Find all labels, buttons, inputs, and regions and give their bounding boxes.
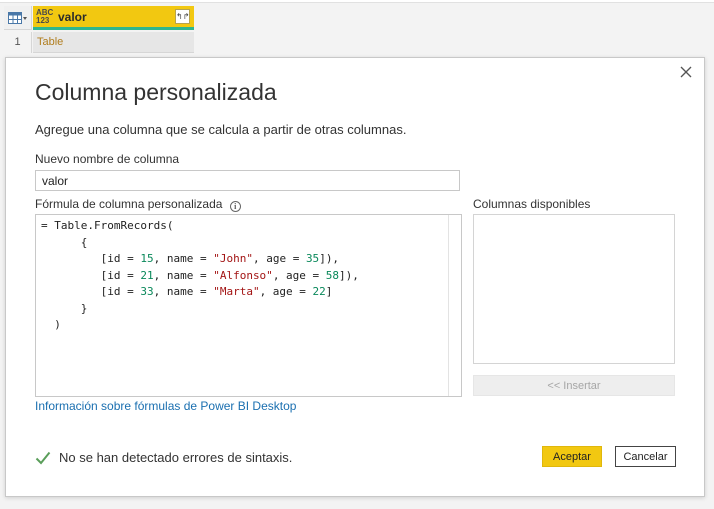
column-name-label: Nuevo nombre de columna bbox=[35, 152, 180, 166]
formula-scrollbar[interactable] bbox=[448, 215, 461, 396]
record-name: "John" bbox=[213, 252, 253, 265]
table-cell[interactable]: Table bbox=[33, 32, 194, 53]
formula-code: = Table.FromRecords( { [id = 15, name = … bbox=[41, 218, 441, 334]
formula-record-line: [id = 15, name = "John", age = 35]), bbox=[41, 252, 340, 265]
column-name: valor bbox=[58, 9, 87, 24]
any-type-icon[interactable]: ABC 123 bbox=[36, 8, 58, 25]
formula-record-line: [id = 21, name = "Alfonso", age = 58]), bbox=[41, 268, 359, 282]
formula-line: { bbox=[80, 235, 88, 249]
record-name: "Alfonso" bbox=[213, 268, 273, 282]
record-name: "Marta" bbox=[213, 285, 260, 298]
info-icon[interactable]: i bbox=[229, 201, 241, 212]
column-header-valor[interactable]: ABC 123 valor ↰↱ bbox=[33, 6, 194, 30]
record-trail: ), bbox=[345, 268, 359, 282]
record-age: 58 bbox=[325, 268, 340, 282]
formula-line: } bbox=[80, 301, 88, 315]
syntax-status: No se han detectado errores de sintaxis. bbox=[35, 450, 292, 465]
grid-top-border bbox=[0, 0, 714, 3]
formula-record-line: [id = 33, name = "Marta", age = 22] bbox=[41, 285, 333, 298]
cancel-button[interactable]: Cancelar bbox=[615, 446, 676, 467]
row-number: 1 bbox=[4, 32, 32, 53]
custom-column-dialog: Columna personalizada Agregue una column… bbox=[5, 57, 705, 497]
formula-editor[interactable]: = Table.FromRecords( { [id = 15, name = … bbox=[35, 214, 462, 397]
table-icon bbox=[7, 11, 27, 24]
formula-label: Fórmula de columna personalizada bbox=[35, 197, 223, 211]
accept-button[interactable]: Aceptar bbox=[542, 446, 602, 467]
check-icon bbox=[35, 451, 51, 464]
close-icon bbox=[680, 66, 692, 78]
type-badge-number: 123 bbox=[36, 15, 50, 25]
status-text: No se han detectado errores de sintaxis. bbox=[59, 450, 293, 465]
table-menu-button[interactable] bbox=[4, 6, 32, 30]
dialog-title: Columna personalizada bbox=[35, 79, 277, 105]
query-grid: ABC 123 valor ↰↱ 1 Table bbox=[0, 0, 714, 56]
record-age: 35 bbox=[305, 252, 320, 265]
record-trail: ), bbox=[325, 252, 340, 265]
expand-column-icon[interactable]: ↰↱ bbox=[175, 9, 190, 24]
formula-line: ) bbox=[54, 318, 61, 331]
formula-label-row: Fórmula de columna personalizada i bbox=[35, 197, 241, 212]
available-columns-list[interactable] bbox=[473, 214, 675, 364]
dialog-description: Agregue una columna que se calcula a par… bbox=[35, 122, 407, 137]
column-name-input[interactable] bbox=[35, 170, 460, 191]
close-button[interactable] bbox=[678, 64, 694, 80]
insert-button[interactable]: << Insertar bbox=[473, 375, 675, 396]
record-age: 22 bbox=[312, 285, 326, 298]
formula-help-link[interactable]: Información sobre fórmulas de Power BI D… bbox=[35, 399, 296, 413]
formula-line: = Table.FromRecords( bbox=[41, 219, 174, 232]
available-columns-label: Columnas disponibles bbox=[473, 197, 591, 211]
record-id: 21 bbox=[140, 268, 154, 282]
record-id: 15 bbox=[140, 252, 154, 265]
record-id: 33 bbox=[140, 285, 154, 298]
